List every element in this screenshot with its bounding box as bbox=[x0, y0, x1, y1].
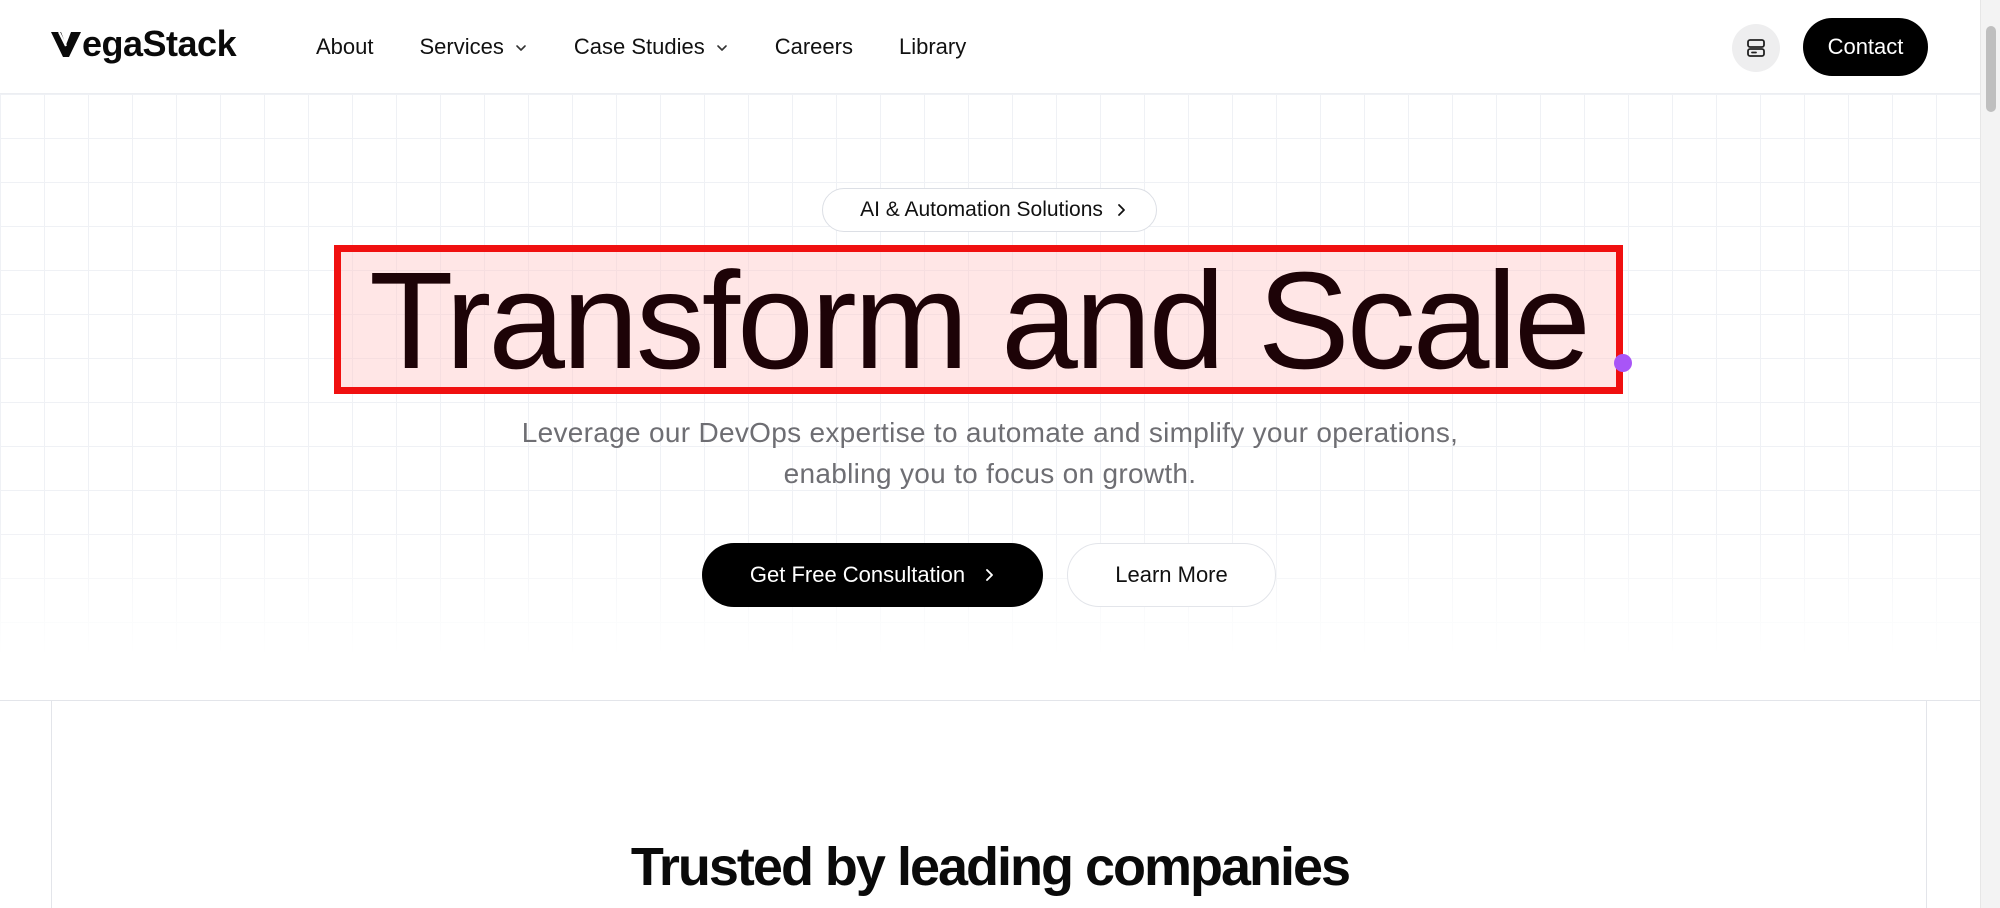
trusted-title: Trusted by leading companies bbox=[630, 837, 1351, 897]
nav-item-services[interactable]: Services bbox=[420, 34, 528, 60]
server-icon bbox=[1747, 39, 1765, 57]
subtitle-line-1: Leverage our DevOps expertise to automat… bbox=[521, 417, 1459, 448]
get-free-consultation-button[interactable]: Get Free Consultation bbox=[702, 543, 1043, 607]
chevron-right-icon bbox=[986, 569, 994, 581]
learn-more-button[interactable]: Learn More bbox=[1067, 543, 1276, 607]
pill-label: AI & Automation Solutions bbox=[860, 198, 1103, 221]
site-header: egaStack About Services Case Studies Car… bbox=[0, 0, 1980, 94]
logo-v-icon bbox=[51, 31, 81, 57]
chevron-down-icon bbox=[516, 45, 526, 51]
chevron-down-icon bbox=[716, 45, 727, 51]
nav-item-label: Services bbox=[419, 34, 504, 59]
vegastack-logo[interactable]: egaStack bbox=[50, 20, 237, 68]
ai-automation-pill[interactable]: AI & Automation Solutions bbox=[822, 188, 1157, 232]
logo-text: egaStack bbox=[82, 23, 237, 64]
contact-button[interactable]: Contact bbox=[1803, 18, 1928, 76]
scrollbar-thumb[interactable] bbox=[1986, 26, 1996, 112]
hero-headline: Transform and Scale bbox=[369, 243, 1591, 398]
nav-item-label: About bbox=[316, 34, 374, 59]
nav-item-about[interactable]: About bbox=[316, 34, 374, 60]
primary-cta-label: Get Free Consultation bbox=[749, 562, 966, 587]
nav-item-label: Careers bbox=[774, 34, 853, 59]
nav-item-careers[interactable]: Careers bbox=[775, 34, 853, 60]
nav-item-case-studies[interactable]: Case Studies bbox=[574, 34, 729, 60]
server-icon-button[interactable] bbox=[1732, 24, 1780, 72]
nav-item-library[interactable]: Library bbox=[899, 34, 966, 60]
subtitle-line-2: enabling you to focus on growth. bbox=[783, 458, 1197, 489]
nav-item-label: Case Studies bbox=[573, 34, 705, 59]
main-nav: About Services Case Studies Careers Libr… bbox=[316, 26, 1012, 68]
cursor-indicator bbox=[1614, 354, 1632, 372]
nav-item-label: Library bbox=[898, 34, 967, 59]
chevron-right-icon bbox=[1118, 204, 1125, 216]
page-scrollbar[interactable] bbox=[1980, 0, 2000, 908]
hero-subtitle: Leverage our DevOps expertise to automat… bbox=[440, 412, 1540, 494]
